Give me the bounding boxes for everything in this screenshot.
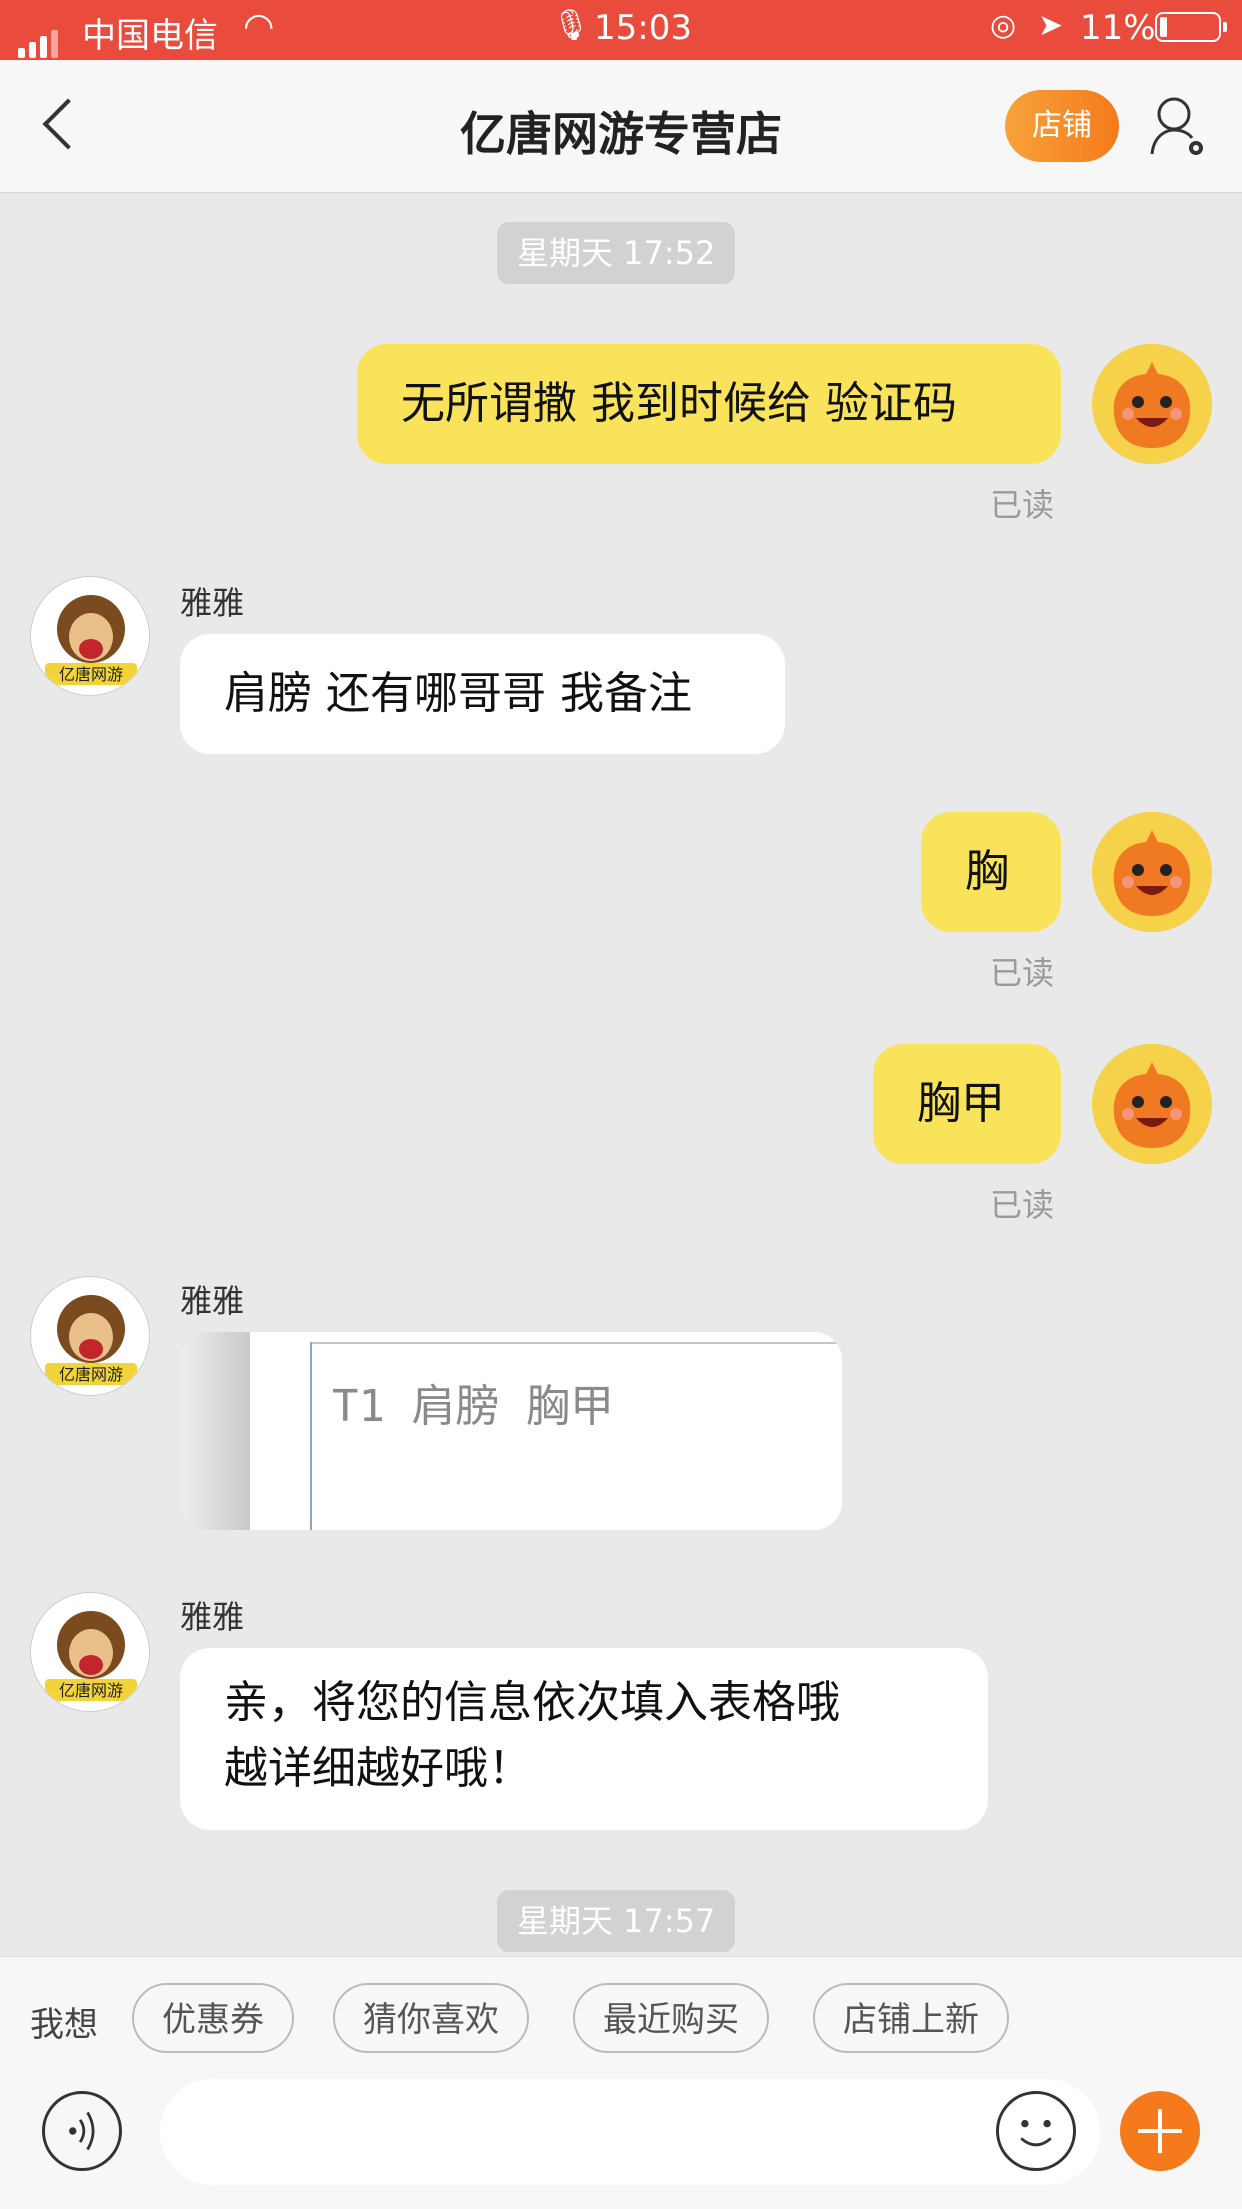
shop-avatar[interactable]: 亿唐网游: [30, 576, 150, 696]
status-bar: 中国电信 ◠ 🎙 15:03 ◎ ➤ 11%: [0, 0, 1242, 60]
read-receipt: 已读: [990, 486, 1055, 524]
voice-icon[interactable]: [42, 2091, 122, 2171]
shop-avatar[interactable]: 亿唐网游: [30, 1592, 150, 1712]
signal-icon: [18, 18, 62, 58]
my-avatar[interactable]: [1092, 812, 1212, 932]
chip-shop-new[interactable]: 店铺上新: [813, 1983, 1009, 2053]
shop-avatar[interactable]: 亿唐网游: [30, 1276, 150, 1396]
svg-text:亿唐网游: 亿唐网游: [59, 665, 123, 684]
message-bubble-mine[interactable]: 胸甲: [873, 1044, 1061, 1164]
emoji-icon[interactable]: [996, 2091, 1076, 2171]
carrier-label: 中国电信: [82, 16, 218, 56]
sender-name: 雅雅: [180, 1282, 245, 1320]
message-line: 越详细越好哦！: [224, 1743, 532, 1794]
clock: 15:03: [594, 8, 692, 48]
image-message[interactable]: T1 肩膀 胸甲: [180, 1332, 842, 1530]
monkey-logo-icon: 亿唐网游: [33, 1279, 149, 1395]
monkey-logo-icon: 亿唐网游: [33, 579, 149, 695]
mascot-avatar-icon: [1092, 812, 1212, 932]
my-avatar[interactable]: [1092, 1044, 1212, 1164]
battery-icon: [1155, 12, 1227, 42]
message-bubble-mine[interactable]: 胸: [921, 812, 1061, 932]
chip-coupon[interactable]: 优惠券: [132, 1983, 294, 2053]
plus-icon[interactable]: [1120, 2091, 1200, 2171]
my-avatar[interactable]: [1092, 344, 1212, 464]
monkey-logo-icon: 亿唐网游: [33, 1595, 149, 1711]
mascot-avatar-icon: [1092, 344, 1212, 464]
message-bubble-other[interactable]: 亲，将您的信息依次填入表格哦 越详细越好哦！: [180, 1648, 988, 1830]
message-line: 亲，将您的信息依次填入表格哦: [224, 1677, 840, 1728]
timestamp: 星期天 17:52: [497, 222, 736, 284]
location-icon: ➤: [1038, 8, 1064, 43]
sender-name: 雅雅: [180, 584, 245, 622]
battery-percent: 11%: [1080, 8, 1156, 48]
input-area: 我想 优惠券 猜你喜欢 最近购买 店铺上新: [0, 1956, 1242, 2209]
message-bubble-other[interactable]: 肩膀 还有哪哥哥 我备注: [180, 634, 785, 754]
image-message-text: T1 肩膀 胸甲: [332, 1381, 614, 1432]
microphone-icon: 🎙: [552, 8, 591, 43]
chip-recent-purchases[interactable]: 最近购买: [573, 1983, 769, 2053]
quick-reply-label: 我想: [30, 2005, 98, 2045]
svg-text:亿唐网游: 亿唐网游: [59, 1365, 123, 1384]
read-receipt: 已读: [990, 954, 1055, 992]
read-receipt: 已读: [990, 1186, 1055, 1224]
message-input[interactable]: [160, 2079, 1100, 2185]
rotation-lock-icon: ◎: [990, 8, 1017, 43]
shop-button[interactable]: 店铺: [1005, 90, 1119, 162]
chip-guess-you-like[interactable]: 猜你喜欢: [333, 1983, 529, 2053]
mascot-avatar-icon: [1092, 1044, 1212, 1164]
message-bubble-mine[interactable]: 无所谓撒 我到时候给 验证码: [357, 344, 1061, 464]
svg-text:亿唐网游: 亿唐网游: [59, 1681, 123, 1700]
timestamp: 星期天 17:57: [497, 1890, 736, 1952]
nav-bar: 亿唐网游专营店 店铺: [0, 60, 1242, 193]
user-settings-icon[interactable]: [1148, 94, 1208, 158]
sender-name: 雅雅: [180, 1598, 245, 1636]
wifi-icon: ◠: [243, 6, 275, 47]
